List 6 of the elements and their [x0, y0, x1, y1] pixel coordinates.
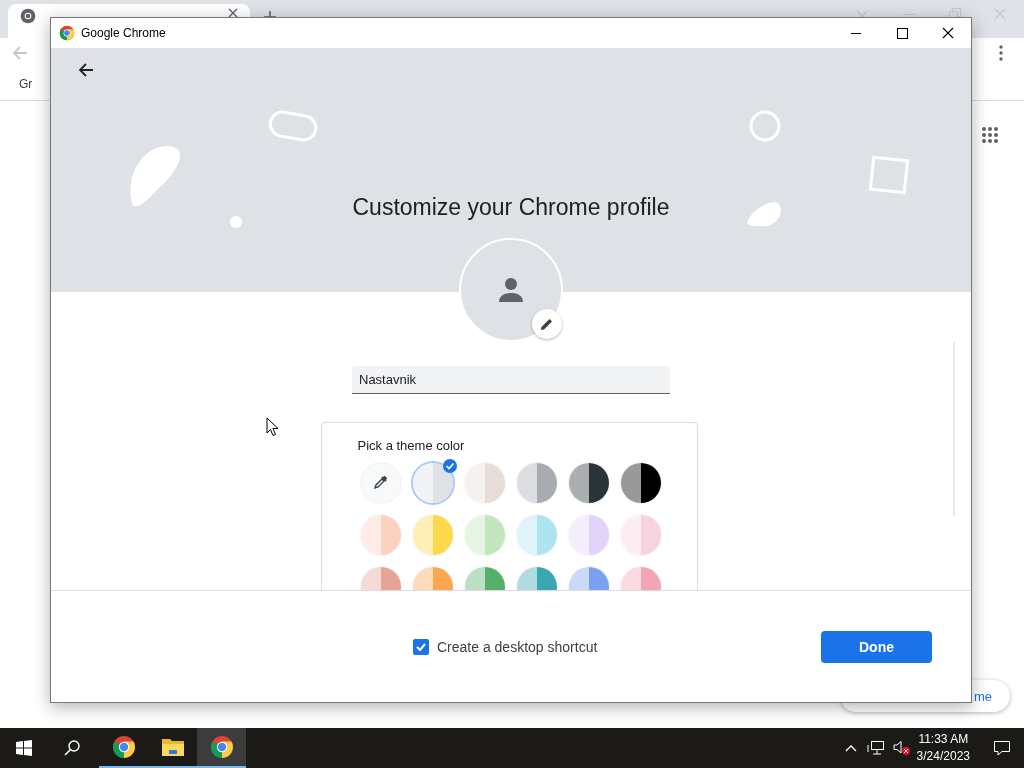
- theme-title: Pick a theme color: [357, 437, 466, 455]
- clock-time: 11:33 AM: [918, 731, 969, 748]
- window-title: Google Chrome: [81, 26, 166, 40]
- checkbox-label: Create a desktop shortcut: [437, 638, 598, 655]
- clock-date: 3/24/2023: [916, 748, 970, 765]
- page-heading: Customize your Chrome profile: [352, 193, 670, 222]
